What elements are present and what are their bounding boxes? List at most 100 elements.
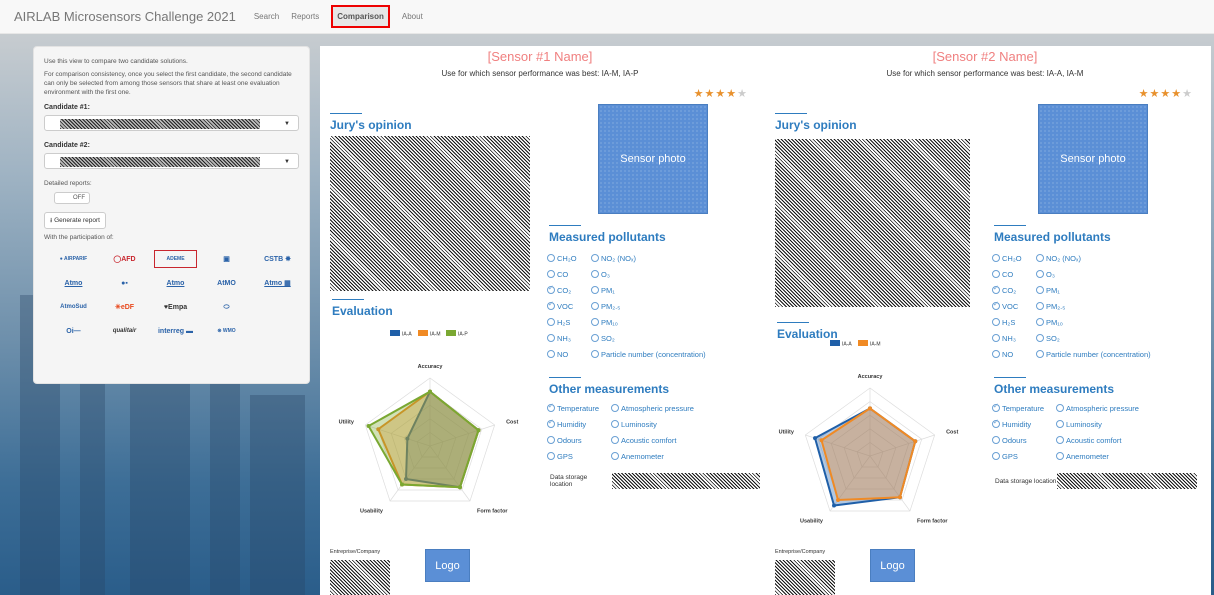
best-use-text: Use for which sensor performance was bes… — [441, 69, 639, 78]
measurement-item: Temperature — [992, 402, 1050, 413]
navbar: AIRLAB Microsensors Challenge 2021 Searc… — [0, 0, 1214, 34]
navbar-brand[interactable]: AIRLAB Microsensors Challenge 2021 — [14, 9, 236, 24]
data-storage-redacted — [611, 473, 760, 489]
pollutant-item: PM₁ — [1036, 286, 1060, 295]
pollutant-row: VOC PM₂.₅ — [547, 298, 712, 314]
measurement-label: Luminosity — [1066, 419, 1102, 429]
measurement-label: GPS — [1002, 451, 1018, 461]
nav-comparison[interactable]: Comparison — [331, 5, 390, 28]
radar-chart: Accuracy Cost Form factor Usability Utility I… — [779, 340, 958, 525]
pollutant-item: NH₃ — [992, 334, 1030, 343]
pollutant-item: NH₃ — [547, 334, 585, 343]
measurement-item: Luminosity — [1056, 420, 1102, 429]
radar-axis-label: Usability — [360, 509, 384, 515]
data-storage-location: Data storage location — [995, 473, 1198, 489]
company-redacted — [330, 560, 390, 595]
measurement-item: Humidity — [992, 418, 1050, 429]
pollutant-label: NO₂ (NOₓ) — [1046, 253, 1081, 263]
measurement-item: Acoustic comfort — [611, 436, 676, 445]
evaluation-heading: Evaluation — [332, 299, 393, 318]
radio-icon — [547, 254, 555, 262]
radio-icon — [992, 418, 1000, 428]
logo-afd: ◯AFD — [113, 255, 136, 263]
legend-label: IA-M — [870, 342, 881, 348]
pollutant-item: CH₂O — [992, 254, 1030, 263]
radio-icon — [611, 420, 619, 428]
radio-icon — [547, 334, 555, 342]
legend-label: IA-P — [458, 332, 468, 338]
measurement-label: Odours — [557, 435, 582, 445]
pollutant-label: NO — [557, 349, 569, 359]
consistency-text: For comparison consistency, once you sel… — [44, 71, 292, 96]
radio-icon — [591, 254, 599, 262]
pollutant-label: NH₃ — [1002, 333, 1016, 343]
candidate-2-label: Candidate #2: — [44, 142, 90, 149]
measurement-label: Atmospheric pressure — [621, 403, 694, 413]
pollutant-item: NO — [547, 350, 585, 359]
pollutant-item: CO₂ — [547, 284, 585, 295]
company-logo: Logo — [425, 549, 470, 582]
participation-label: With the participation of: — [44, 234, 114, 241]
logo-atmo-4: Atmo ▦ — [264, 279, 291, 287]
data-storage-redacted — [1057, 473, 1198, 489]
logo-cstb: CSTB ✸ — [264, 255, 291, 263]
pollutant-row: VOC PM₂.₅ — [992, 298, 1157, 314]
nav-about[interactable]: About — [402, 12, 423, 21]
measurement-item: Atmospheric pressure — [611, 404, 694, 413]
logo-atmo-3: AtMO — [217, 279, 236, 287]
sensor-name: [Sensor #2 Name] — [932, 49, 1038, 64]
star-empty-icon: ★ — [1182, 88, 1193, 100]
candidate-2-select[interactable]: ▼ — [44, 153, 299, 169]
best-use-text: Use for which sensor performance was bes… — [886, 69, 1084, 78]
radio-icon — [591, 286, 599, 294]
radar-point — [836, 498, 841, 503]
legend-swatch — [418, 330, 428, 336]
pollutant-item: SO₂ — [1036, 334, 1060, 343]
candidate-1-select[interactable]: ▼ — [44, 115, 299, 131]
detailed-reports-toggle[interactable]: OFF — [54, 192, 90, 204]
radar-point — [897, 495, 902, 500]
radio-icon — [547, 350, 555, 358]
sensor-photo: Sensor photo — [598, 104, 708, 214]
pollutant-item: PM₁ — [591, 286, 615, 295]
star-filled-icon: ★ — [1171, 88, 1183, 100]
chevron-down-icon: ▼ — [284, 121, 290, 127]
radio-icon — [591, 334, 599, 342]
nav-reports[interactable]: Reports — [291, 12, 319, 21]
radio-icon — [1056, 452, 1064, 460]
radar-point — [400, 482, 405, 487]
generate-report-button[interactable]: ⭳ Generate report — [44, 212, 106, 229]
pollutant-row: CO₂ PM₁ — [547, 282, 712, 298]
radio-icon — [591, 270, 599, 278]
data-storage-label: Data storage location — [550, 474, 588, 488]
measurement-label: GPS — [557, 451, 573, 461]
star-filled-icon: ★ — [693, 88, 705, 100]
pollutant-label: Particle number (concentration) — [1046, 349, 1151, 359]
pollutant-label: SO₂ — [601, 333, 615, 343]
measurement-label: Atmospheric pressure — [1066, 403, 1139, 413]
radio-icon — [1036, 318, 1044, 326]
pollutant-label: H₂S — [557, 317, 571, 327]
intro-text: Use this view to compare two candidate s… — [44, 58, 188, 65]
generate-report-label: Generate report — [54, 217, 100, 224]
company-label: Entreprise/Company — [775, 549, 826, 555]
pollutant-label: NO₂ (NOₓ) — [601, 253, 636, 263]
radio-icon — [1056, 404, 1064, 412]
star-filled-icon: ★ — [1138, 88, 1150, 100]
star-empty-icon: ★ — [737, 88, 748, 100]
measurement-item: Odours — [547, 436, 605, 445]
radar-axis-label: Usability — [800, 519, 824, 525]
radio-icon — [992, 436, 1000, 444]
logo-edf: ✳eDF — [114, 303, 135, 311]
pollutant-item: Particle number (concentration) — [1036, 350, 1151, 359]
radar-axis-label: Cost — [506, 419, 518, 425]
measurement-row: Temperature Atmospheric pressure — [547, 400, 700, 416]
pollutant-label: PM₁ — [1046, 285, 1060, 295]
pollutant-row: NO Particle number (concentration) — [547, 346, 712, 362]
nav-search[interactable]: Search — [254, 12, 279, 21]
other-measurements-list: Temperature Atmospheric pressure Humidity L… — [992, 400, 1145, 464]
radio-icon — [591, 318, 599, 326]
pollutant-row: H₂S PM₁₀ — [992, 314, 1157, 330]
radio-icon — [992, 254, 1000, 262]
company-logo: Logo — [870, 549, 915, 582]
